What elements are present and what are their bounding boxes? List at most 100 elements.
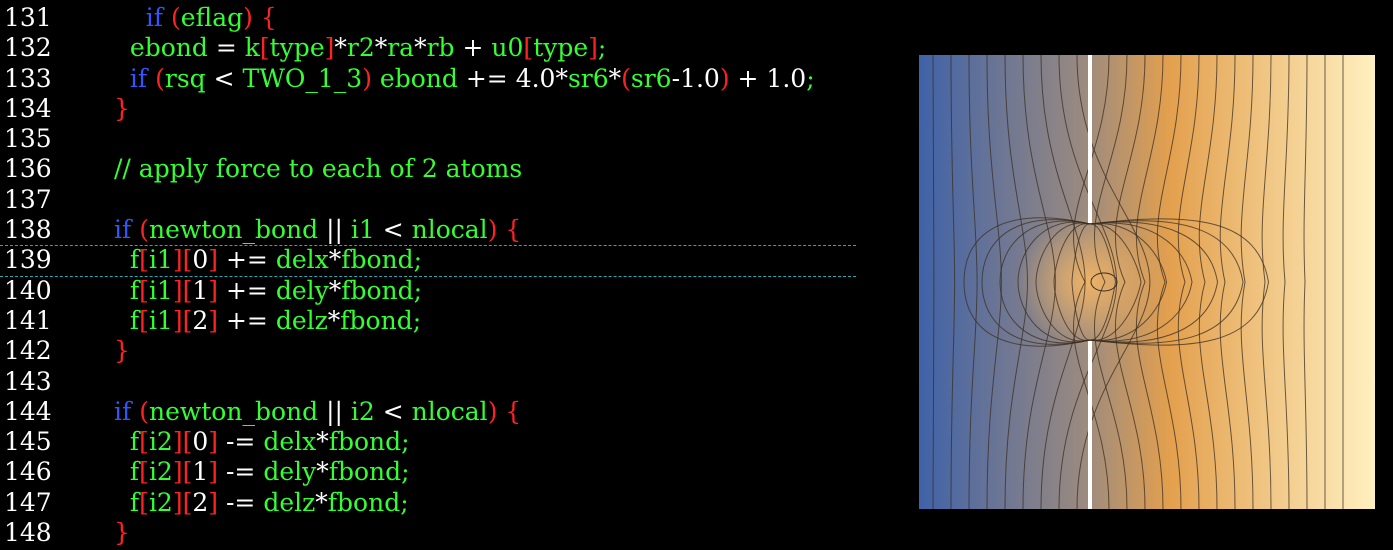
contour-plot bbox=[919, 55, 1375, 509]
code-token: 2 bbox=[192, 305, 209, 335]
code-text: // apply force to each of 2 atoms bbox=[114, 154, 522, 184]
code-token: ][ bbox=[172, 305, 193, 335]
code-text: f[i2][0] -= delx*fbond; bbox=[114, 427, 410, 457]
code-token: + bbox=[454, 33, 492, 63]
code-text: } bbox=[114, 94, 130, 124]
code-token: sr6 bbox=[567, 63, 609, 93]
code-token: ] bbox=[208, 275, 219, 305]
code-token: -= bbox=[218, 427, 264, 457]
code-token: fbond bbox=[341, 275, 414, 305]
code-token: dely bbox=[263, 457, 317, 487]
line-number: 145 bbox=[4, 427, 52, 457]
code-line: 132 ebond = k[type]*r2*ra*rb + u0[type]; bbox=[0, 33, 880, 63]
code-text: f[i1][0] += delx*fbond; bbox=[114, 245, 422, 275]
code-token: ; bbox=[400, 487, 409, 517]
code-token: ) bbox=[243, 3, 253, 32]
line-number: 139 bbox=[4, 245, 52, 275]
line-number: 146 bbox=[4, 457, 52, 487]
code-token: TWO_1_3 bbox=[242, 63, 363, 93]
code-token: i2 bbox=[148, 487, 173, 517]
code-token: i1 bbox=[350, 215, 375, 245]
code-token: ) bbox=[487, 215, 498, 245]
code-line: 138 if (newton_bond || i1 < nlocal) { bbox=[0, 215, 880, 245]
code-token: [ bbox=[139, 305, 149, 335]
code-token: sr6 bbox=[630, 63, 672, 93]
code-line: 135 bbox=[0, 124, 880, 154]
code-token: f bbox=[129, 245, 140, 275]
code-token: -1.0 bbox=[671, 63, 720, 93]
code-token: * bbox=[315, 487, 328, 517]
code-token: 1 bbox=[192, 275, 209, 305]
code-line: 141 f[i1][2] += delz*fbond; bbox=[0, 306, 880, 336]
code-token: newton_bond bbox=[148, 396, 319, 426]
code-token: * bbox=[328, 275, 342, 305]
code-token: -= bbox=[218, 457, 264, 487]
code-token: [ bbox=[259, 33, 270, 63]
code-token: < bbox=[374, 396, 412, 426]
code-token: u0 bbox=[491, 33, 524, 63]
code-token: i2 bbox=[148, 457, 173, 487]
code-token: delx bbox=[263, 427, 317, 457]
code-text: f[i1][2] += delz*fbond; bbox=[114, 306, 421, 336]
line-number: 140 bbox=[4, 275, 52, 305]
code-token: ; bbox=[412, 305, 422, 335]
code-token: += bbox=[218, 305, 276, 335]
code-token: || bbox=[318, 396, 351, 426]
code-token: { bbox=[505, 396, 522, 426]
code-token: 4.0 bbox=[515, 63, 556, 93]
code-token: [ bbox=[139, 487, 149, 517]
code-token: * bbox=[608, 63, 622, 93]
line-number: 131 bbox=[4, 3, 52, 32]
code-token: fbond bbox=[328, 457, 402, 487]
code-token: rb bbox=[426, 33, 455, 63]
code-text: f[i2][1] -= dely*fbond; bbox=[114, 457, 410, 487]
code-token: += bbox=[457, 63, 516, 93]
code-token: } bbox=[114, 93, 130, 123]
code-line: 134} bbox=[0, 94, 880, 124]
code-token: nlocal bbox=[411, 215, 488, 245]
code-text: if (eflag) { bbox=[114, 3, 277, 33]
code-text: } bbox=[114, 336, 130, 366]
code-token: delx bbox=[275, 245, 329, 275]
code-token: fbond bbox=[328, 427, 402, 457]
code-token: ) bbox=[362, 63, 372, 93]
code-line: 131 if (eflag) { bbox=[0, 3, 880, 33]
code-token: dely bbox=[275, 275, 329, 305]
line-number: 142 bbox=[4, 336, 52, 366]
code-line: 142} bbox=[0, 336, 880, 366]
code-token: r2 bbox=[346, 33, 375, 63]
code-token: += bbox=[218, 245, 276, 275]
code-token: ][ bbox=[172, 457, 193, 487]
code-text: if (newton_bond || i1 < nlocal) { bbox=[114, 215, 521, 245]
code-token: { bbox=[260, 3, 277, 32]
code-token: ] bbox=[588, 33, 598, 63]
code-token: * bbox=[334, 33, 347, 63]
line-number: 135 bbox=[4, 124, 52, 154]
code-line: 148} bbox=[0, 518, 880, 548]
code-line: 133 if (rsq < TWO_1_3) ebond += 4.0*sr6*… bbox=[0, 64, 880, 94]
line-number: 132 bbox=[4, 33, 52, 63]
code-token: * bbox=[316, 427, 329, 457]
code-line: 145 f[i2][0] -= delx*fbond; bbox=[0, 427, 880, 457]
code-token: + 1.0 bbox=[729, 63, 807, 93]
code-text: ebond = k[type]*r2*ra*rb + u0[type]; bbox=[114, 33, 606, 63]
code-token: 2 bbox=[192, 487, 209, 517]
code-token: ; bbox=[413, 245, 423, 275]
code-line: 139 f[i1][0] += delx*fbond; bbox=[0, 245, 880, 275]
code-token: fbond bbox=[340, 305, 413, 335]
code-token: ( bbox=[171, 3, 181, 32]
code-token: f bbox=[129, 487, 140, 517]
code-token: // apply force to each of 2 atoms bbox=[114, 154, 523, 184]
code-token: ebond bbox=[129, 33, 208, 63]
code-token: i2 bbox=[350, 396, 375, 426]
code-token: ; bbox=[413, 275, 423, 305]
code-token: ; bbox=[401, 427, 410, 457]
code-token: * bbox=[328, 245, 342, 275]
